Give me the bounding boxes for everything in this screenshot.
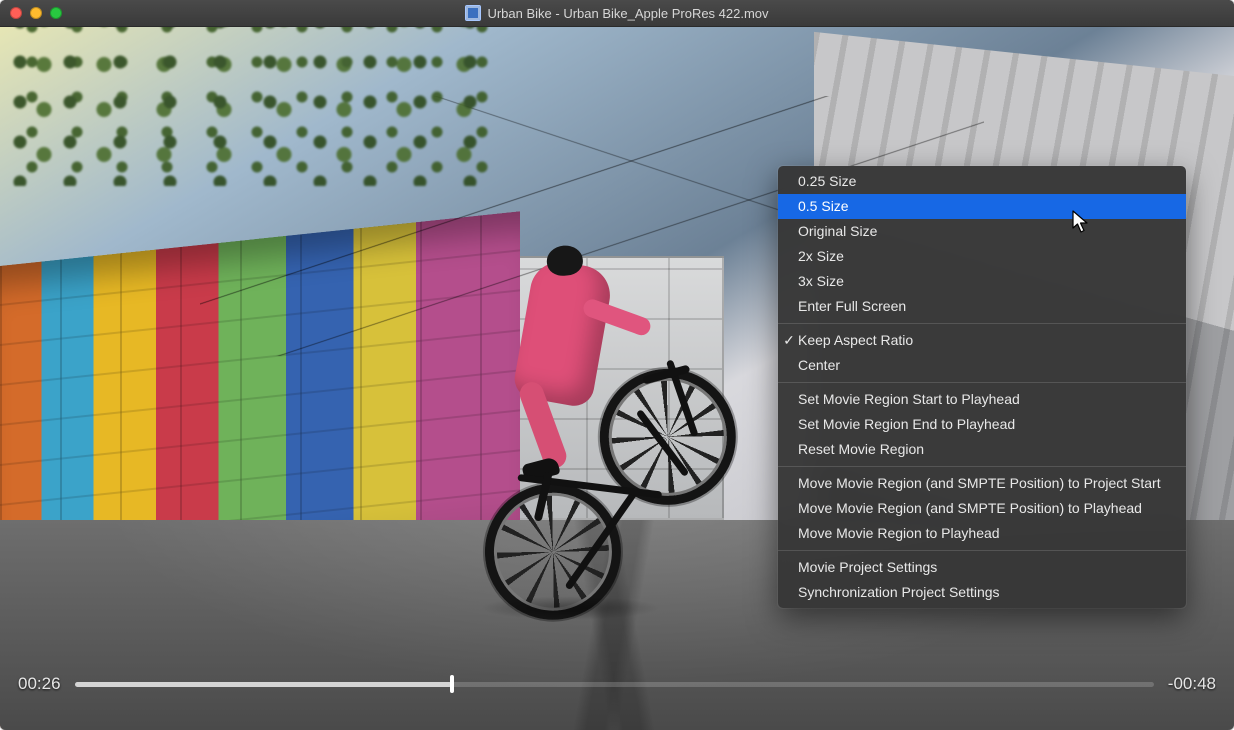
timeline: 00:26 -00:48 bbox=[18, 668, 1216, 700]
menu-item-label: Keep Aspect Ratio bbox=[798, 332, 913, 349]
menu-item[interactable]: 3x Size bbox=[778, 269, 1186, 294]
menu-item[interactable]: ✓Keep Aspect Ratio bbox=[778, 328, 1186, 353]
menu-item-label: Enter Full Screen bbox=[798, 298, 906, 315]
menu-item-label: Original Size bbox=[798, 223, 877, 240]
menu-item[interactable]: 0.25 Size bbox=[778, 169, 1186, 194]
scrubber-track[interactable] bbox=[75, 675, 1154, 693]
menu-item[interactable]: Move Movie Region (and SMPTE Position) t… bbox=[778, 496, 1186, 521]
menu-item-label: Move Movie Region (and SMPTE Position) t… bbox=[798, 500, 1142, 517]
titlebar: Urban Bike - Urban Bike_Apple ProRes 422… bbox=[0, 0, 1234, 27]
menu-item-label: Set Movie Region Start to Playhead bbox=[798, 391, 1020, 408]
menu-item-label: Move Movie Region (and SMPTE Position) t… bbox=[798, 475, 1161, 492]
menu-item[interactable]: Set Movie Region End to Playhead bbox=[778, 412, 1186, 437]
video-scene bbox=[0, 26, 510, 186]
menu-separator bbox=[778, 550, 1186, 551]
menu-item-label: Center bbox=[798, 357, 840, 374]
menu-item-label: 0.25 Size bbox=[798, 173, 856, 190]
menu-item[interactable]: 0.5 Size bbox=[778, 194, 1186, 219]
menu-item-label: Movie Project Settings bbox=[798, 559, 937, 576]
window-title: Urban Bike - Urban Bike_Apple ProRes 422… bbox=[487, 6, 768, 21]
menu-item[interactable]: 2x Size bbox=[778, 244, 1186, 269]
menu-item[interactable]: Center bbox=[778, 353, 1186, 378]
menu-item-label: 0.5 Size bbox=[798, 198, 849, 215]
menu-item[interactable]: Move Movie Region (and SMPTE Position) t… bbox=[778, 471, 1186, 496]
scrubber-progress bbox=[75, 682, 453, 687]
menu-item[interactable]: Synchronization Project Settings bbox=[778, 580, 1186, 605]
elapsed-time: 00:26 bbox=[18, 674, 61, 694]
menu-item[interactable]: Movie Project Settings bbox=[778, 555, 1186, 580]
menu-item-label: Reset Movie Region bbox=[798, 441, 924, 458]
menu-item-label: Move Movie Region to Playhead bbox=[798, 525, 1000, 542]
video-scene bbox=[447, 245, 733, 576]
menu-separator bbox=[778, 466, 1186, 467]
menu-item[interactable]: Original Size bbox=[778, 219, 1186, 244]
video-scene bbox=[480, 596, 660, 620]
menu-item-label: 3x Size bbox=[798, 273, 844, 290]
window-close-button[interactable] bbox=[10, 7, 22, 19]
menu-item[interactable]: Enter Full Screen bbox=[778, 294, 1186, 319]
window-zoom-button[interactable] bbox=[50, 7, 62, 19]
menu-item[interactable]: Set Movie Region Start to Playhead bbox=[778, 387, 1186, 412]
menu-item-label: Synchronization Project Settings bbox=[798, 584, 1000, 601]
playhead[interactable] bbox=[450, 675, 454, 693]
context-menu[interactable]: 0.25 Size 0.5 Size Original Size 2x Size 3x … bbox=[778, 166, 1186, 608]
menu-item[interactable]: Move Movie Region to Playhead bbox=[778, 521, 1186, 546]
remaining-time: -00:48 bbox=[1168, 674, 1216, 694]
window-minimize-button[interactable] bbox=[30, 7, 42, 19]
menu-separator bbox=[778, 323, 1186, 324]
menu-item-label: 2x Size bbox=[798, 248, 844, 265]
document-icon bbox=[465, 5, 481, 21]
menu-item-label: Set Movie Region End to Playhead bbox=[798, 416, 1015, 433]
checkmark-icon: ✓ bbox=[782, 332, 796, 349]
menu-separator bbox=[778, 382, 1186, 383]
traffic-lights bbox=[0, 7, 62, 19]
menu-item[interactable]: Reset Movie Region bbox=[778, 437, 1186, 462]
video-window: Urban Bike - Urban Bike_Apple ProRes 422… bbox=[0, 0, 1234, 730]
